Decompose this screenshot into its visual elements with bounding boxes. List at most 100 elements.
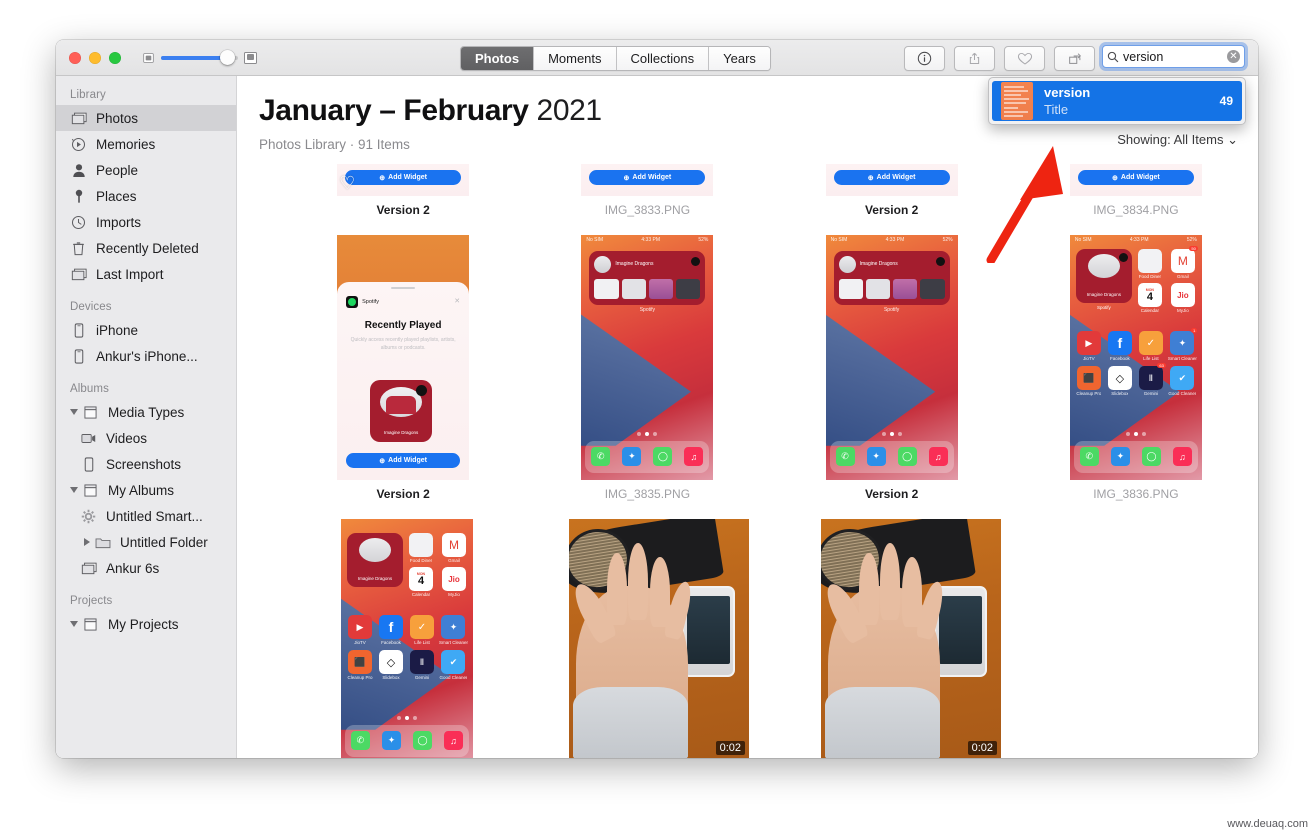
photo-cell[interactable]: 0:02 Version 2 bbox=[785, 519, 1037, 758]
photo-cell[interactable]: ⊕ Add Widget IMG_3833.PNG bbox=[525, 164, 769, 217]
safari-icon[interactable]: ✦ bbox=[622, 447, 642, 467]
photo-cell[interactable]: No SIM 4:33 PM 52% Imagine Dragons Spoti… bbox=[1014, 235, 1258, 501]
sidebar-item-screenshots[interactable]: Screenshots bbox=[56, 451, 236, 477]
zoom-button[interactable] bbox=[109, 51, 121, 64]
search-input-value[interactable]: version bbox=[1123, 50, 1227, 64]
minimize-button[interactable] bbox=[89, 51, 101, 64]
myjio-icon[interactable]: Jio bbox=[442, 567, 466, 591]
app-icon-cell[interactable]: M 50 Gmail bbox=[1169, 246, 1198, 279]
app-icon-cell[interactable]: ✦ Smart Cleaner bbox=[439, 615, 468, 645]
facebook-icon[interactable]: f bbox=[378, 615, 403, 639]
jiotv-icon[interactable]: ▶ bbox=[1076, 331, 1101, 355]
slidebox-icon[interactable]: ◇ bbox=[378, 650, 403, 674]
app-icon-cell[interactable]: Jio MyJio bbox=[440, 567, 468, 597]
safari-icon[interactable]: ✦ bbox=[1110, 447, 1130, 467]
sidebar-item-my-albums[interactable]: My Albums bbox=[56, 477, 236, 503]
gmail-icon[interactable]: M bbox=[442, 533, 466, 557]
app-icon-cell[interactable]: ⬛ Cleanup Pro bbox=[346, 650, 374, 680]
photo-thumbnail[interactable]: ⊕ Add Widget bbox=[581, 164, 714, 196]
good-cleaner-icon[interactable]: ✔ bbox=[1170, 366, 1195, 390]
clear-icon[interactable]: ✕ bbox=[1227, 50, 1240, 63]
sidebar-item-recently-deleted[interactable]: Recently Deleted bbox=[56, 235, 236, 261]
phone-icon[interactable]: ✆ bbox=[835, 447, 855, 467]
photo-cell[interactable]: ⊕ Add Widget Version 2 bbox=[770, 164, 1014, 217]
app-icon-cell[interactable]: ✓ Life List bbox=[408, 615, 436, 645]
phone-icon[interactable]: ✆ bbox=[350, 731, 370, 751]
sidebar-item-ankurs-iphone[interactable]: Ankur's iPhone... bbox=[56, 343, 236, 369]
app-icon-cell[interactable]: Food Diner bbox=[1136, 249, 1164, 279]
app-icon-cell[interactable]: MON 4 Calendar bbox=[407, 567, 435, 597]
photo-thumbnail[interactable]: Spotify ✕ Recently Played Quickly access… bbox=[337, 235, 470, 480]
music-icon[interactable]: ♫ bbox=[928, 447, 948, 467]
video-thumbnail[interactable]: 0:02 bbox=[821, 519, 1001, 758]
tab-photos[interactable]: Photos bbox=[461, 47, 535, 70]
photo-thumbnail[interactable]: No SIM 4:33 PM 52% Imagine Dragons Spoti… bbox=[1069, 235, 1202, 480]
messages-icon[interactable]: ◯ bbox=[1141, 447, 1161, 467]
music-icon[interactable]: ♫ bbox=[684, 447, 704, 467]
photo-thumbnail[interactable]: ⊕ Add Widget ♡ bbox=[337, 164, 470, 196]
tab-moments[interactable]: Moments bbox=[534, 47, 617, 70]
search-suggestion-row[interactable]: version Title 49 bbox=[992, 81, 1242, 121]
sidebar-item-places[interactable]: Places bbox=[56, 183, 236, 209]
chevron-down-icon[interactable] bbox=[70, 621, 78, 627]
share-button[interactable] bbox=[954, 46, 995, 71]
sidebar-item-imports[interactable]: Imports bbox=[56, 209, 236, 235]
food-diner-icon[interactable] bbox=[1137, 249, 1162, 273]
app-icon-cell[interactable]: Food Diner bbox=[407, 533, 435, 563]
photo-thumbnail[interactable]: ⊕ Add Widget bbox=[825, 164, 958, 196]
cleanup-pro-icon[interactable]: ⬛ bbox=[347, 650, 372, 674]
close-icon[interactable]: ✕ bbox=[454, 297, 460, 305]
slider-knob[interactable] bbox=[220, 49, 235, 65]
calendar-icon[interactable]: MON 4 bbox=[1137, 283, 1162, 307]
search-field[interactable]: version ✕ bbox=[1102, 45, 1245, 68]
app-icon-cell[interactable]: MON 4 Calendar bbox=[1136, 283, 1164, 313]
app-icon-cell[interactable]: f Facebook bbox=[377, 615, 405, 645]
photo-cell[interactable]: ⊕ Add Widget IMG_3834.PNG bbox=[1014, 164, 1258, 217]
smart-cleaner-icon[interactable]: ✦ bbox=[441, 615, 466, 639]
food-diner-icon[interactable] bbox=[409, 533, 433, 557]
app-icon-cell[interactable]: Jio MyJio bbox=[1169, 283, 1197, 313]
app-icon-cell[interactable]: ✦ 1 Smart Cleaner bbox=[1168, 328, 1198, 361]
view-mode-tabs[interactable]: Photos Moments Collections Years bbox=[460, 46, 771, 71]
chevron-right-icon[interactable] bbox=[84, 538, 90, 546]
app-icon-cell[interactable]: Ⅱ 63 Gemini bbox=[1137, 363, 1166, 396]
calendar-icon[interactable]: MON 4 bbox=[409, 567, 433, 591]
app-icon-cell[interactable]: ◇ Slidebox bbox=[377, 650, 405, 680]
app-icon-cell[interactable]: f Facebook bbox=[1106, 331, 1134, 361]
sidebar-item-ankur-6s[interactable]: Ankur 6s bbox=[56, 555, 236, 581]
chevron-down-icon[interactable] bbox=[70, 487, 78, 493]
photo-cell[interactable]: No SIM 4:33 PM 52% Imagine Dragons Spoti… bbox=[525, 235, 769, 501]
sidebar-item-untitled-smart-album[interactable]: Untitled Smart... bbox=[56, 503, 236, 529]
sidebar-item-last-import[interactable]: Last Import bbox=[56, 261, 236, 287]
add-widget-button[interactable]: ⊕ Add Widget bbox=[346, 453, 461, 468]
photo-cell[interactable]: ⊕ Add Widget ♡ Version 2 bbox=[281, 164, 525, 217]
photo-thumbnail[interactable]: Imagine Dragons Food Diner M Gmail MON 4 Ca… bbox=[341, 519, 473, 758]
sidebar-item-untitled-folder[interactable]: Untitled Folder bbox=[56, 529, 236, 555]
app-icon-cell[interactable]: ✔ Good Cleaner bbox=[439, 650, 468, 680]
photo-thumbnail[interactable]: No SIM 4:33 PM 52% Imagine Dragons Spoti… bbox=[825, 235, 958, 480]
sidebar-item-videos[interactable]: Videos bbox=[56, 425, 236, 451]
safari-icon[interactable]: ✦ bbox=[866, 447, 886, 467]
photo-cell[interactable]: Spotify ✕ Recently Played Quickly access… bbox=[281, 235, 525, 501]
life-list-icon[interactable]: ✓ bbox=[1138, 331, 1163, 355]
phone-icon[interactable]: ✆ bbox=[1079, 447, 1099, 467]
facebook-icon[interactable]: f bbox=[1107, 331, 1132, 355]
app-icon-cell[interactable]: ▶ JioTV bbox=[346, 615, 374, 645]
slidebox-icon[interactable]: ◇ bbox=[1107, 366, 1132, 390]
phone-icon[interactable]: ✆ bbox=[591, 447, 611, 467]
photo-thumbnail[interactable]: No SIM 4:33 PM 52% Imagine Dragons Spoti… bbox=[581, 235, 714, 480]
messages-icon[interactable]: ◯ bbox=[897, 447, 917, 467]
info-button[interactable] bbox=[904, 46, 945, 71]
tab-years[interactable]: Years bbox=[709, 47, 770, 70]
app-icon-cell[interactable]: ◇ Slidebox bbox=[1106, 366, 1134, 396]
rotate-button[interactable] bbox=[1054, 46, 1095, 71]
gmail-icon[interactable]: M 50 bbox=[1170, 246, 1198, 273]
app-icon-cell[interactable]: Ⅱ Gemini bbox=[408, 650, 436, 680]
photo-thumbnail[interactable]: ⊕ Add Widget bbox=[1069, 164, 1202, 196]
app-icon-cell[interactable]: ▶ JioTV bbox=[1075, 331, 1103, 361]
jiotv-icon[interactable]: ▶ bbox=[347, 615, 372, 639]
app-icon-cell[interactable]: ✔ Good Cleaner bbox=[1168, 366, 1197, 396]
sidebar-item-memories[interactable]: Memories bbox=[56, 131, 236, 157]
video-thumbnail[interactable]: 0:02 bbox=[569, 519, 749, 758]
messages-icon[interactable]: ◯ bbox=[653, 447, 673, 467]
